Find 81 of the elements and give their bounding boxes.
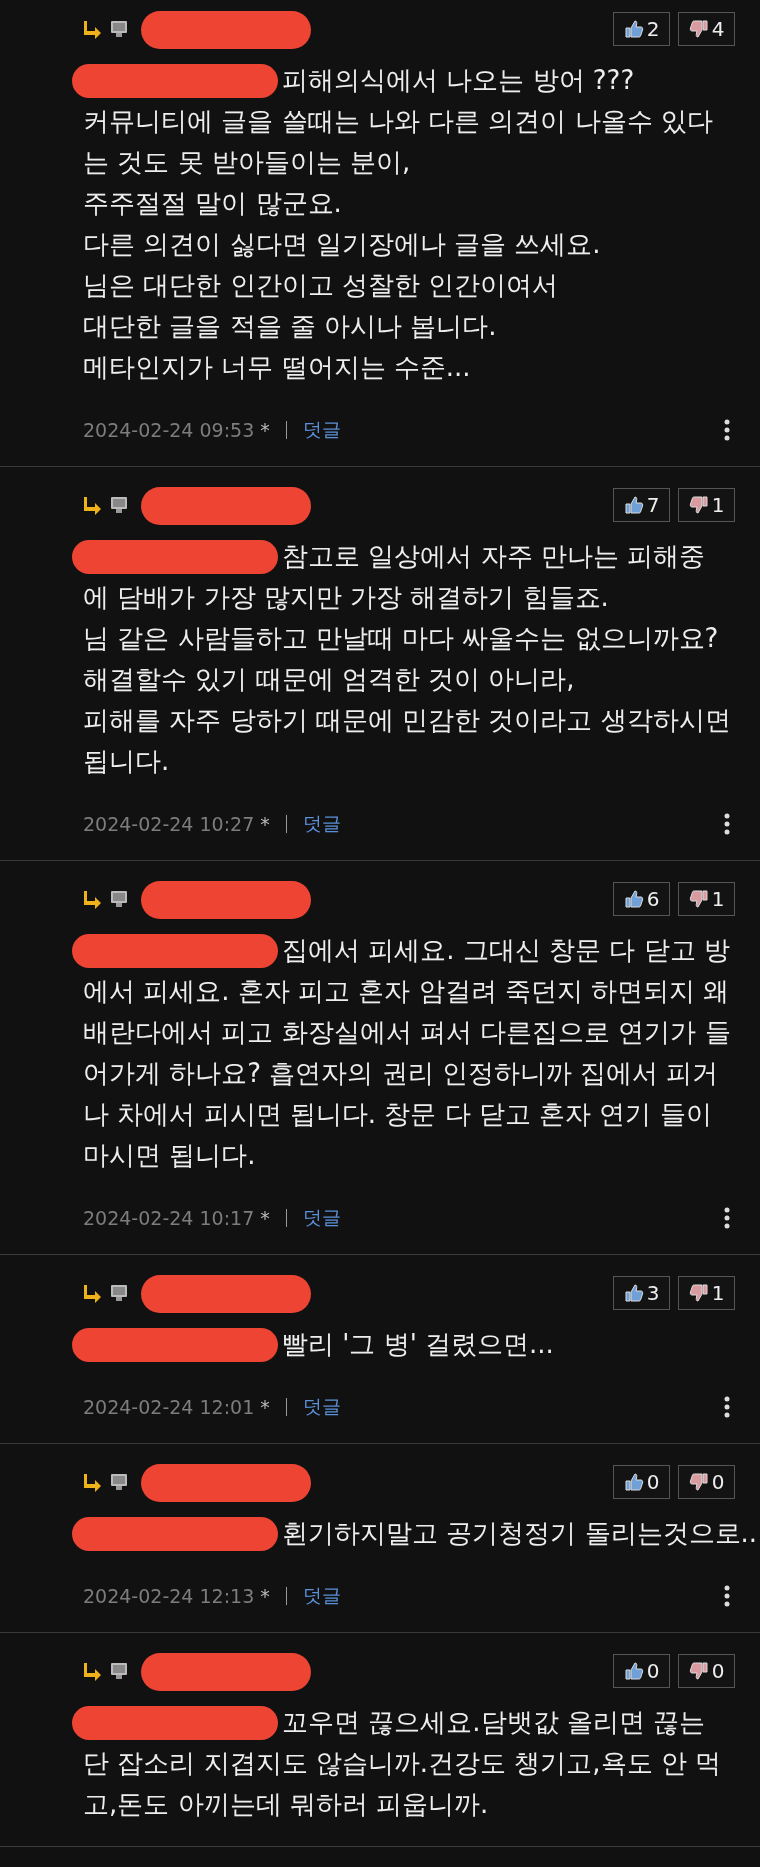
edited-mark: * bbox=[260, 813, 270, 835]
monitor-icon bbox=[109, 1661, 129, 1681]
thumbs-down-icon bbox=[688, 1283, 709, 1303]
monitor-icon bbox=[109, 19, 129, 39]
comment-text: 꼬우면 끊으세요.담뱃값 올리면 끊는 bbox=[282, 1706, 706, 1739]
dislike-button[interactable]: 0 bbox=[678, 1654, 735, 1688]
like-button[interactable]: 3 bbox=[613, 1276, 670, 1310]
dislike-button[interactable]: 1 bbox=[678, 882, 735, 916]
monitor-icon bbox=[109, 1472, 129, 1492]
thumbs-down-icon bbox=[688, 19, 709, 39]
thumbs-up-icon bbox=[623, 1472, 644, 1492]
edited-mark: * bbox=[260, 1585, 270, 1607]
comment-text: 고,돈도 아끼는데 뭐하러 피웁니까. bbox=[83, 1788, 489, 1821]
thumbs-up-icon bbox=[623, 495, 644, 515]
reply-link[interactable]: 덧글 bbox=[302, 1394, 341, 1420]
monitor-icon bbox=[109, 495, 129, 515]
like-button[interactable]: 0 bbox=[613, 1654, 670, 1688]
reply-arrow-icon bbox=[83, 889, 103, 909]
thumbs-up-icon bbox=[623, 1661, 644, 1681]
comment-text: 피해를 자주 당하기 때문에 민감한 것이라고 생각하시면 bbox=[83, 704, 731, 737]
dislike-button[interactable]: 1 bbox=[678, 488, 735, 522]
reply-arrow-icon bbox=[83, 1472, 103, 1492]
comment-text: 대단한 글을 적을 줄 아시나 봅니다. bbox=[83, 310, 497, 343]
comment-text: 집에서 피세요. 그대신 창문 다 닫고 방 bbox=[282, 934, 730, 967]
thumbs-up-icon bbox=[623, 889, 644, 909]
thumbs-down-icon bbox=[688, 889, 709, 909]
comment-text: 님 같은 사람들하고 만날때 마다 싸울수는 없으니까요? bbox=[83, 622, 719, 655]
thumbs-down-icon bbox=[688, 1472, 709, 1492]
more-menu-icon[interactable] bbox=[724, 1396, 730, 1418]
like-button[interactable]: 6 bbox=[613, 882, 670, 916]
thumbs-down-icon bbox=[688, 495, 709, 515]
comment-text: 메타인지가 너무 떨어지는 수준... bbox=[83, 351, 471, 384]
comment-text: 횐기하지말고 공기청정기 돌리는것으로.. bbox=[282, 1517, 758, 1550]
comment-text: 빨리 '그 병' 걸렸으면... bbox=[282, 1328, 554, 1361]
like-button[interactable]: 0 bbox=[613, 1465, 670, 1499]
comment-date: 2024-02-24 09:53 bbox=[83, 419, 255, 441]
monitor-icon bbox=[109, 1283, 129, 1303]
dislike-button[interactable]: 0 bbox=[678, 1465, 735, 1499]
thumbs-up-icon bbox=[623, 1283, 644, 1303]
comment-text: 해결할수 있기 때문에 엄격한 것이 아니라, bbox=[83, 663, 575, 696]
reply-arrow-icon bbox=[83, 1661, 103, 1681]
reply-link[interactable]: 덧글 bbox=[302, 811, 341, 837]
reply-link[interactable]: 덧글 bbox=[302, 417, 341, 443]
comment-text: 참고로 일상에서 자주 만나는 피해중 bbox=[282, 540, 706, 573]
comment-date: 2024-02-24 12:13 bbox=[83, 1585, 255, 1607]
reply-link[interactable]: 덧글 bbox=[302, 1583, 341, 1609]
comment-text: 는 것도 못 받아들이는 분이, bbox=[83, 146, 411, 179]
comment-text: 주주절절 말이 많군요. bbox=[83, 187, 342, 220]
reply-link[interactable]: 덧글 bbox=[302, 1205, 341, 1231]
comment-date: 2024-02-24 10:17 bbox=[83, 1207, 255, 1229]
comment-text: 단 잡소리 지겹지도 않습니까.건강도 챙기고,욕도 안 먹 bbox=[83, 1747, 722, 1780]
reply-arrow-icon bbox=[83, 1283, 103, 1303]
like-button[interactable]: 2 bbox=[613, 12, 670, 46]
edited-mark: * bbox=[260, 1207, 270, 1229]
dislike-button[interactable]: 4 bbox=[678, 12, 735, 46]
comment-date: 2024-02-24 12:01 bbox=[83, 1396, 255, 1418]
comment-text: 에 담배가 가장 많지만 가장 해결하기 힘들죠. bbox=[83, 581, 609, 614]
thumbs-down-icon bbox=[688, 1661, 709, 1681]
comment-text: 커뮤니티에 글을 쓸때는 나와 다른 의견이 나올수 있다 bbox=[83, 105, 713, 138]
more-menu-icon[interactable] bbox=[724, 1585, 730, 1607]
more-menu-icon[interactable] bbox=[724, 813, 730, 835]
comment-text: 피해의식에서 나오는 방어 ??? bbox=[282, 64, 635, 97]
dislike-button[interactable]: 1 bbox=[678, 1276, 735, 1310]
comment-text: 다른 의견이 싫다면 일기장에나 글을 쓰세요. bbox=[83, 228, 601, 261]
comment-text: 님은 대단한 인간이고 성찰한 인간이여서 bbox=[83, 269, 559, 302]
more-menu-icon[interactable] bbox=[724, 1207, 730, 1229]
edited-mark: * bbox=[260, 419, 270, 441]
like-button[interactable]: 7 bbox=[613, 488, 670, 522]
thumbs-up-icon bbox=[623, 19, 644, 39]
comment-text: 배란다에서 피고 화장실에서 펴서 다른집으로 연기가 들 bbox=[83, 1016, 731, 1049]
comment-date: 2024-02-24 10:27 bbox=[83, 813, 255, 835]
comment-text: 에서 피세요. 혼자 피고 혼자 암걸려 죽던지 하면되지 왜 bbox=[83, 975, 730, 1008]
comment-text: 마시면 됩니다. bbox=[83, 1139, 256, 1172]
reply-arrow-icon bbox=[83, 495, 103, 515]
more-menu-icon[interactable] bbox=[724, 419, 730, 441]
reply-arrow-icon bbox=[83, 19, 103, 39]
monitor-icon bbox=[109, 889, 129, 909]
edited-mark: * bbox=[260, 1396, 270, 1418]
comment-text: 어가게 하나요? 흡연자의 권리 인정하니까 집에서 피거 bbox=[83, 1057, 719, 1090]
comment-text: 나 차에서 피시면 됩니다. 창문 다 닫고 혼자 연기 들이 bbox=[83, 1098, 712, 1131]
comment-text: 됩니다. bbox=[83, 745, 170, 778]
